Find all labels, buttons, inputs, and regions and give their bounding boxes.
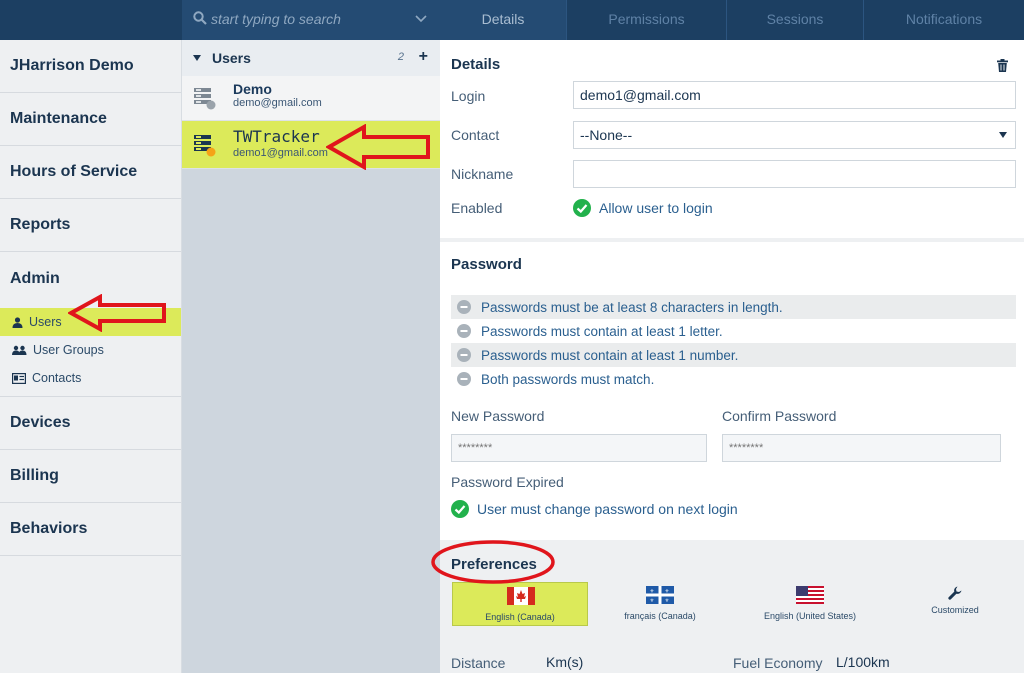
fuel-economy-value[interactable]: L/100km [836, 654, 890, 670]
tab-permissions[interactable]: Permissions [566, 0, 726, 40]
caret-down-icon[interactable] [192, 54, 202, 62]
check-circle-icon [451, 500, 469, 518]
password-expired-label: Password Expired [451, 474, 564, 490]
fuel-economy-label: Fuel Economy [733, 655, 823, 671]
details-title: Details [451, 56, 501, 73]
user-count: 2 [397, 51, 404, 63]
user-list-header[interactable]: Users 2 + [182, 40, 440, 76]
password-section: Password Passwords must be at least 8 ch… [440, 242, 1024, 540]
minus-circle-icon [457, 324, 471, 338]
locale-label: English (United States) [763, 611, 857, 621]
chevron-down-icon[interactable] [414, 12, 428, 26]
nickname-label: Nickname [451, 166, 514, 182]
nav-reports[interactable]: Reports [0, 199, 181, 252]
distance-label: Distance [451, 655, 506, 671]
user-row-demo[interactable]: Demo demo@gmail.com [182, 76, 440, 121]
details-section: Details Login Contact --None-- Nickname … [440, 40, 1024, 238]
locale-selector: English (Canada) ⚜ ⚜ ⚜ ⚜ français (Canad… [452, 582, 1022, 626]
trash-icon[interactable] [997, 59, 1008, 72]
nav-maintenance[interactable]: Maintenance [0, 93, 181, 146]
confirm-password-field[interactable] [722, 434, 1001, 462]
locale-label: Customized [931, 605, 979, 615]
server-user-icon [194, 88, 216, 110]
contact-select-value: --None-- [580, 127, 633, 143]
nav-behaviors[interactable]: Behaviors [0, 503, 181, 556]
locale-francais-canada[interactable]: ⚜ ⚜ ⚜ ⚜ français (Canada) [592, 582, 728, 626]
user-group-icon [12, 345, 27, 355]
locale-label: français (Canada) [624, 611, 696, 621]
subnav-contacts[interactable]: Contacts [0, 364, 181, 392]
locale-english-canada[interactable]: English (Canada) [452, 582, 588, 626]
tab-notifications[interactable]: Notifications [863, 0, 1024, 40]
nav-account[interactable]: JHarrison Demo [0, 40, 181, 93]
tab-details[interactable]: Details [440, 0, 566, 40]
password-rule-text: Passwords must be at least 8 characters … [481, 299, 783, 315]
svg-text:⚜: ⚜ [650, 589, 654, 595]
quebec-flag-icon: ⚜ ⚜ ⚜ ⚜ [646, 586, 674, 604]
minus-circle-icon [457, 348, 471, 362]
svg-text:⚜: ⚜ [665, 589, 669, 595]
password-rules: Passwords must be at least 8 characters … [451, 295, 1016, 391]
locale-customized[interactable]: Customized [887, 582, 1023, 626]
svg-text:⚜: ⚜ [650, 598, 654, 604]
distance-value[interactable]: Km(s) [546, 654, 583, 670]
subnav-contacts-label: Contacts [32, 371, 82, 385]
tab-sessions[interactable]: Sessions [726, 0, 863, 40]
subnav-user-groups-label: User Groups [33, 343, 104, 357]
user-email: demo@gmail.com [233, 97, 322, 109]
subnav-users-label: Users [29, 315, 62, 329]
annotation-arrow-users [68, 294, 166, 332]
check-circle-icon [573, 199, 591, 217]
enabled-text: Allow user to login [599, 200, 713, 216]
password-rule: Passwords must be at least 8 characters … [451, 295, 1016, 319]
new-password-field[interactable] [451, 434, 707, 462]
server-user-icon [194, 135, 216, 157]
search-icon [193, 11, 207, 25]
password-rule-text: Passwords must contain at least 1 letter… [481, 323, 723, 339]
annotation-arrow-twtracker [326, 124, 430, 170]
password-expired-text: User must change password on next login [477, 501, 738, 517]
left-nav: JHarrison Demo Maintenance Hours of Serv… [0, 40, 182, 673]
password-rule-text: Both passwords must match. [481, 371, 655, 387]
svg-text:⚜: ⚜ [665, 598, 669, 604]
contact-label: Contact [451, 127, 500, 143]
user-list-title: Users [212, 50, 251, 66]
user-email: demo1@gmail.com [233, 147, 328, 159]
password-title: Password [451, 256, 522, 273]
locale-english-us[interactable]: English (United States) [742, 582, 878, 626]
new-password-label: New Password [451, 408, 545, 424]
canada-flag-icon [507, 587, 535, 605]
confirm-password-label: Confirm Password [722, 408, 837, 424]
contact-card-icon [12, 372, 26, 384]
user-icon [12, 316, 23, 328]
nav-billing[interactable]: Billing [0, 450, 181, 503]
login-label: Login [451, 88, 486, 104]
search-input[interactable] [211, 8, 406, 30]
subnav-user-groups[interactable]: User Groups [0, 336, 181, 364]
minus-circle-icon [457, 300, 471, 314]
tab-bar: Details Permissions Sessions Notificatio… [440, 0, 1024, 40]
nav-hours-of-service[interactable]: Hours of Service [0, 146, 181, 199]
add-user-button[interactable]: + [419, 48, 428, 66]
contact-select[interactable]: --None-- [573, 121, 1016, 149]
password-rule: Passwords must contain at least 1 number… [451, 343, 1016, 367]
enabled-checkbox[interactable]: Allow user to login [573, 199, 713, 217]
user-name: TWTracker [233, 127, 320, 146]
locale-label: English (Canada) [485, 612, 555, 622]
password-rule-text: Passwords must contain at least 1 number… [481, 347, 739, 363]
enabled-label: Enabled [451, 200, 503, 216]
password-rule: Both passwords must match. [451, 367, 1016, 391]
nav-devices[interactable]: Devices [0, 397, 181, 450]
wrench-icon [948, 586, 962, 600]
password-rule: Passwords must contain at least 1 letter… [451, 319, 1016, 343]
annotation-circle-preferences [431, 540, 555, 584]
user-name: Demo [233, 81, 272, 97]
login-field[interactable] [573, 81, 1016, 109]
us-flag-icon [796, 586, 824, 604]
nickname-field[interactable] [573, 160, 1016, 188]
password-expired-checkbox[interactable]: User must change password on next login [451, 500, 738, 518]
select-arrow-icon [999, 132, 1007, 138]
minus-circle-icon [457, 372, 471, 386]
